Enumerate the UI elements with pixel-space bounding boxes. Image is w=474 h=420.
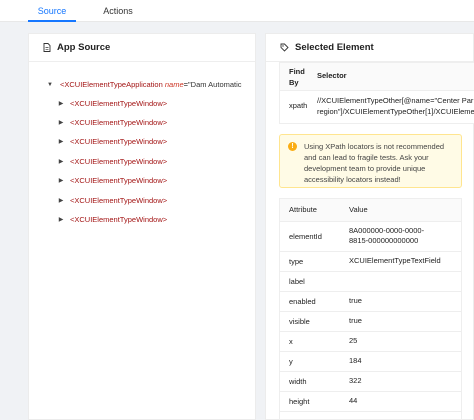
tree-node-attr-name: name [164, 80, 184, 89]
attribute-name: enabled [280, 291, 340, 312]
tree-node-tag: <XCUIElementTypeWindow> [70, 99, 168, 108]
tab-actions[interactable]: Actions [100, 0, 136, 22]
attribute-value[interactable]: 44 [340, 391, 461, 412]
attribute-name: height [280, 391, 340, 412]
attribute-name: visible [280, 311, 340, 332]
attribute-value-line: true [349, 316, 362, 325]
tree-node-tag: <XCUIElementTypeApplication [60, 80, 163, 89]
find-by-header: Find By [289, 67, 305, 87]
caret-right-icon[interactable]: ▶ [57, 174, 65, 188]
attribute-row: visible true [280, 311, 461, 332]
attribute-value[interactable]: 8A000000-0000-0000- 8815-000000000000 [340, 221, 461, 252]
attribute-value[interactable]: 184 [340, 351, 461, 372]
attribute-value-line: 25 [349, 336, 358, 345]
selector-header: Selector [317, 71, 347, 80]
attributes-table: Attribute Value elementId 8A000000-0000-0… [279, 198, 462, 420]
tab-source[interactable]: Source [28, 0, 76, 22]
attribute-row: elementId 8A000000-0000-0000- 8815-0000000… [280, 221, 461, 252]
attribute-value[interactable]: 322 [340, 371, 461, 392]
attribute-row: type XCUIElementTypeTextField [280, 251, 461, 272]
attribute-row: width 322 [280, 371, 461, 392]
selector-line-2: region"]/XCUIElementTypeOther[1]/XCUIEle… [317, 107, 474, 116]
warning-icon: ! [288, 142, 297, 151]
attribute-value[interactable] [340, 271, 461, 292]
selector-line-1: //XCUIElementTypeOther[@name="Center Par [317, 96, 474, 105]
attribute-value-line: XCUIElementTypeTextField [349, 256, 441, 265]
attribute-name: x [280, 331, 340, 352]
warning-text: Using XPath locators is not recommended … [304, 142, 445, 184]
attribute-row: label [280, 271, 461, 292]
attribute-value[interactable]: XCUIElementTypeTextField [340, 251, 461, 272]
attribute-value[interactable]: true [340, 311, 461, 332]
caret-down-icon[interactable]: ▼ [46, 78, 54, 92]
tree-node-tag: <XCUIElementTypeWindow> [70, 215, 168, 224]
attribute-value[interactable]: 25 [340, 331, 461, 352]
selector-table: Find By Selector xpath //XCUIElementType… [279, 62, 474, 124]
caret-right-icon[interactable]: ▶ [57, 135, 65, 149]
tree-node-tag: <XCUIElementTypeWindow> [70, 137, 168, 146]
attribute-value-line: true [349, 296, 362, 305]
caret-right-icon[interactable]: ▶ [57, 97, 65, 111]
attribute-name: elementId [280, 221, 340, 252]
selector-value[interactable]: //XCUIElementTypeOther[@name="Center Par… [317, 95, 474, 117]
tree-node-tag: <XCUIElementTypeWindow> [70, 176, 168, 185]
attribute-name: type [280, 251, 340, 272]
xpath-warning-alert: ! Using XPath locators is not recommende… [279, 134, 462, 188]
attribute-value-line: 8A000000-0000-0000- [349, 226, 425, 235]
attribute-value-line: 184 [349, 356, 362, 365]
attribute-value-line: 44 [349, 396, 358, 405]
attribute-value-line: 322 [349, 376, 362, 385]
attribute-name: width [280, 371, 340, 392]
tree-node-tag: <XCUIElementTypeWindow> [70, 196, 168, 205]
attribute-value[interactable]: true [340, 291, 461, 312]
tag-icon [280, 43, 289, 52]
attribute-row: y 184 [280, 351, 461, 372]
selector-table-header [280, 63, 474, 91]
attribute-value-line: 8815-000000000000 [349, 236, 419, 245]
tree-node-tag: <XCUIElementTypeWindow> [70, 157, 168, 166]
caret-right-icon[interactable]: ▶ [57, 194, 65, 208]
attribute-row: enabled true [280, 291, 461, 312]
caret-right-icon[interactable]: ▶ [57, 213, 65, 227]
attribute-name: label [280, 271, 340, 292]
attribute-row: x 25 [280, 331, 461, 352]
value-header: Value [340, 199, 461, 222]
attribute-header: Attribute [280, 199, 340, 222]
app-source-title: App Source [57, 42, 111, 53]
caret-right-icon[interactable]: ▶ [57, 155, 65, 169]
attribute-row: height 44 [280, 391, 461, 412]
file-icon [43, 43, 51, 52]
find-by-value: xpath [289, 101, 308, 110]
tree-node-tag: <XCUIElementTypeWindow> [70, 118, 168, 127]
tab-bar: Source Actions [0, 0, 474, 22]
attribute-name: y [280, 351, 340, 372]
caret-right-icon[interactable]: ▶ [57, 116, 65, 130]
tree-node-attr-value: "Dam Automatic [188, 80, 242, 89]
selected-element-title: Selected Element [295, 42, 374, 53]
selected-element-header: Selected Element [266, 34, 473, 62]
app-source-header: App Source [29, 34, 255, 62]
